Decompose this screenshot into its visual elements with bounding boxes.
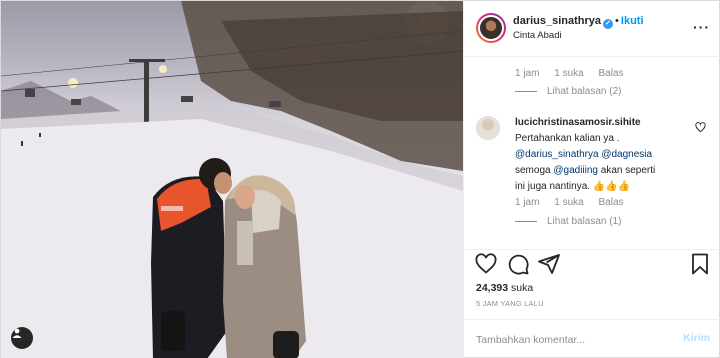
comment-text: semoga [515, 165, 554, 176]
post-photo[interactable] [1, 1, 463, 358]
reply-button[interactable]: Balas [598, 68, 623, 79]
view-replies-button[interactable]: Lihat balasan (2) [515, 86, 622, 97]
comment-icon[interactable] [506, 252, 530, 276]
comments-list[interactable]: 1 jam 1 suka Balas Lihat balasan (2) luc… [464, 58, 720, 249]
comment-time[interactable]: 1 jam [515, 197, 539, 208]
replies-divider [515, 220, 537, 222]
reply-button[interactable]: Balas [598, 197, 623, 208]
view-replies-button[interactable]: Lihat balasan (1) [515, 216, 622, 227]
photo-scene [1, 1, 463, 358]
comment-input[interactable] [476, 328, 666, 352]
comment-likes[interactable]: 1 suka [554, 68, 583, 79]
comment-line: ini juga nantinya. 👍👍👍 [515, 181, 631, 192]
comment-meta: 1 jam 1 suka Balas [515, 197, 636, 208]
post-actions [464, 249, 720, 279]
replies-divider [515, 90, 537, 92]
instagram-post: darius_sinathrya ✓ • Ikuti Cinta Abadi ··· … [0, 0, 720, 358]
comment-time[interactable]: 1 jam [515, 68, 539, 79]
author-avatar[interactable] [476, 13, 506, 43]
post-comment-button[interactable]: Kirim [683, 332, 710, 344]
likes-count[interactable]: 24,393 suka [476, 282, 533, 294]
comment-like-icon[interactable] [695, 122, 706, 136]
author-line: darius_sinathrya ✓ • Ikuti [513, 15, 644, 29]
post-location[interactable]: Cinta Abadi [513, 30, 562, 41]
likes-number: 24,393 [476, 282, 509, 294]
comment-line: semoga @gadiiing akan seperti [515, 163, 695, 179]
tagged-users-icon[interactable] [11, 327, 33, 349]
commenter-avatar[interactable] [476, 116, 500, 140]
post-side-panel: darius_sinathrya ✓ • Ikuti Cinta Abadi ··· … [463, 1, 720, 358]
commenter-username[interactable]: lucichristinasamosir.sihite [515, 117, 641, 128]
separator-dot: • [615, 15, 619, 27]
verified-badge-icon: ✓ [603, 19, 614, 29]
comment-meta: 1 jam 1 suka Balas [515, 68, 636, 79]
likes-label: suka [508, 282, 534, 294]
comment-mentions-line: @darius_sinathrya @dagnesia [515, 147, 695, 163]
view-replies-label: Lihat balasan (2) [547, 86, 622, 97]
comment-text: akan seperti [597, 165, 656, 176]
post-header: darius_sinathrya ✓ • Ikuti Cinta Abadi ··· [464, 1, 720, 57]
author-username[interactable]: darius_sinathrya [513, 15, 601, 27]
heart-icon[interactable] [474, 252, 498, 276]
more-options-icon[interactable]: ··· [693, 19, 710, 35]
bookmark-icon[interactable] [688, 252, 712, 276]
post-timestamp[interactable]: 5 JAM YANG LALU [476, 299, 544, 308]
share-icon[interactable] [537, 252, 561, 276]
follow-button[interactable]: Ikuti [621, 15, 644, 27]
mention-link[interactable]: @darius_sinathrya [515, 149, 599, 160]
comment-likes[interactable]: 1 suka [554, 197, 583, 208]
view-replies-label: Lihat balasan (1) [547, 216, 622, 227]
comment-line: Pertahankan kalian ya . [515, 133, 620, 144]
comment-body: lucichristinasamosir.sihite Pertahankan … [515, 115, 695, 195]
add-comment-form: Kirim [464, 319, 720, 358]
mention-link[interactable]: @gadiiing [553, 165, 598, 176]
mention-link[interactable]: @dagnesia [601, 149, 652, 160]
